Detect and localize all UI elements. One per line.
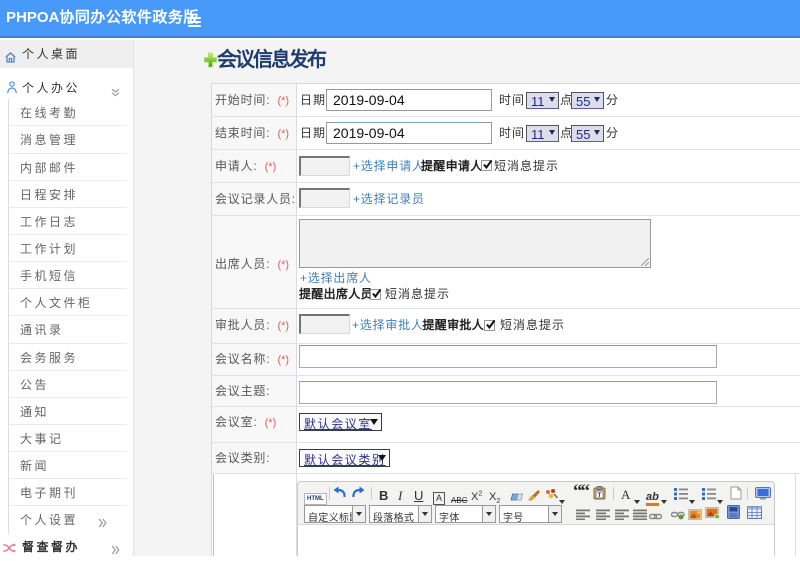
svg-text:T: T <box>598 493 602 499</box>
